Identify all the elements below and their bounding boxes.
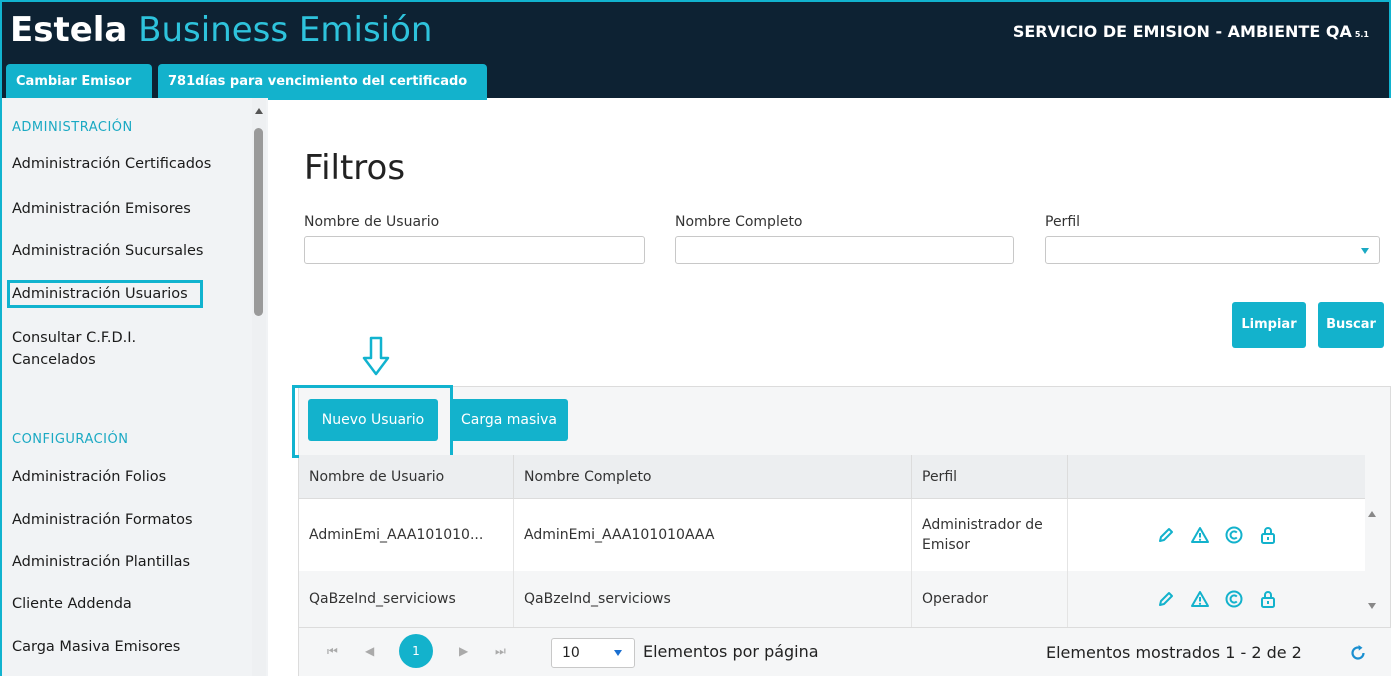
bulk-upload-button[interactable]: Carga masiva [450, 399, 568, 441]
current-page-button[interactable]: 1 [399, 634, 433, 668]
service-environment: SERVICIO DE EMISION - AMBIENTE QA 5.1 [1013, 22, 1369, 41]
column-header-user[interactable]: Nombre de Usuario [299, 455, 514, 499]
scroll-up-arrow-icon[interactable] [255, 108, 263, 114]
page-size-label: Elementos por página [643, 642, 819, 661]
refresh-icon[interactable] [1349, 644, 1367, 662]
chevron-down-icon [614, 650, 622, 656]
filter-user-input[interactable] [304, 236, 645, 264]
row-actions [1068, 499, 1365, 571]
search-button[interactable]: Buscar [1318, 302, 1384, 348]
sidebar-item-cfdi-cancelados[interactable]: Consultar C.F.D.I. Cancelados [12, 327, 212, 371]
filter-profile-label: Perfil [1045, 214, 1081, 230]
scroll-up-arrow-icon[interactable] [1368, 511, 1376, 517]
main-content: Filtros Nombre de Usuario Nombre Complet… [268, 98, 1391, 676]
brand-product: Business Emisión [127, 10, 433, 50]
new-user-button[interactable]: Nuevo Usuario [308, 399, 438, 441]
sidebar-item-formatos[interactable]: Administración Formatos [12, 509, 193, 531]
filter-profile-select[interactable] [1045, 236, 1380, 264]
version-label: 5.1 [1354, 30, 1369, 39]
pagination-info: Elementos mostrados 1 - 2 de 2 [1046, 643, 1302, 662]
scroll-down-arrow-icon[interactable] [1368, 603, 1376, 609]
column-header-fullname[interactable]: Nombre Completo [514, 455, 912, 499]
column-header-profile[interactable]: Perfil [912, 455, 1068, 499]
table-row[interactable]: AdminEmi_AAA101010... AdminEmi_AAA101010… [299, 499, 1365, 571]
table-scrollbar[interactable] [1365, 499, 1379, 627]
next-page-icon[interactable]: ▶ [459, 644, 468, 658]
sidebar-item-carga-masiva-emisores[interactable]: Carga Masiva Emisores [12, 636, 180, 658]
chevron-down-icon [1361, 248, 1369, 254]
sidebar-item-sucursales[interactable]: Administración Sucursales [12, 240, 203, 262]
pencil-icon[interactable] [1156, 525, 1176, 545]
prev-page-icon[interactable]: ◀ [365, 644, 374, 658]
sidebar-item-plantillas[interactable]: Administración Plantillas [12, 551, 190, 573]
cell-user: QaBzeInd_serviciows [299, 571, 514, 627]
arrow-down-icon [362, 336, 390, 376]
last-page-icon[interactable]: ⏭ [495, 644, 506, 659]
table-header: Nombre de Usuario Nombre Completo Perfil [299, 455, 1365, 499]
column-header-actions [1068, 455, 1365, 499]
sidebar-item-certificados[interactable]: Administración Certificados [12, 153, 211, 175]
row-actions [1068, 571, 1365, 627]
pencil-icon[interactable] [1156, 589, 1176, 609]
cell-profile: Operador [912, 571, 1068, 627]
cell-user: AdminEmi_AAA101010... [299, 499, 514, 571]
tab-cambiar-emisor[interactable]: Cambiar Emisor [6, 64, 152, 100]
sidebar-item-emisores[interactable]: Administración Emisores [12, 198, 191, 220]
sidebar-section-administracion: ADMINISTRACIÓN [12, 120, 133, 135]
filter-user-label: Nombre de Usuario [304, 214, 440, 230]
sidebar-item-folios[interactable]: Administración Folios [12, 466, 166, 488]
lock-icon[interactable] [1258, 525, 1278, 545]
warning-icon[interactable] [1190, 525, 1210, 545]
app-logo: Estela Business Emisión [10, 8, 432, 52]
lock-icon[interactable] [1258, 589, 1278, 609]
page-title: Filtros [304, 148, 406, 188]
warning-icon[interactable] [1190, 589, 1210, 609]
clear-button[interactable]: Limpiar [1232, 302, 1306, 348]
app-header: Estela Business Emisión SERVICIO DE EMIS… [0, 0, 1391, 100]
pagination-bar: ⏮ ◀ 1 ▶ ⏭ 10 Elementos por página Elemen… [299, 627, 1391, 676]
sidebar-item-cliente-addenda[interactable]: Cliente Addenda [12, 593, 132, 615]
sidebar-section-configuracion: CONFIGURACIÓN [12, 432, 129, 447]
brand-name: Estela [10, 10, 128, 50]
certificate-expiry-tab: 781días para vencimiento del certificado [158, 64, 487, 100]
scrollbar-thumb[interactable] [254, 128, 263, 316]
sidebar: ADMINISTRACIÓN Administración Certificad… [0, 98, 268, 676]
copyright-icon[interactable] [1224, 589, 1244, 609]
cell-profile: Administrador de Emisor [912, 499, 1068, 571]
filter-fullname-input[interactable] [675, 236, 1014, 264]
sidebar-item-usuarios[interactable]: Administración Usuarios [7, 280, 203, 308]
first-page-icon[interactable]: ⏮ [327, 644, 338, 659]
page-size-select[interactable]: 10 [551, 638, 635, 668]
cell-fullname: QaBzeInd_serviciows [514, 571, 912, 627]
cell-fullname: AdminEmi_AAA101010AAA [514, 499, 912, 571]
page-size-value: 10 [562, 645, 580, 661]
table-row[interactable]: QaBzeInd_serviciows QaBzeInd_serviciows … [299, 571, 1365, 627]
service-label: SERVICIO DE EMISION - AMBIENTE QA [1012, 22, 1352, 41]
copyright-icon[interactable] [1224, 525, 1244, 545]
filter-fullname-label: Nombre Completo [675, 214, 803, 230]
sidebar-scrollbar[interactable] [252, 98, 266, 676]
